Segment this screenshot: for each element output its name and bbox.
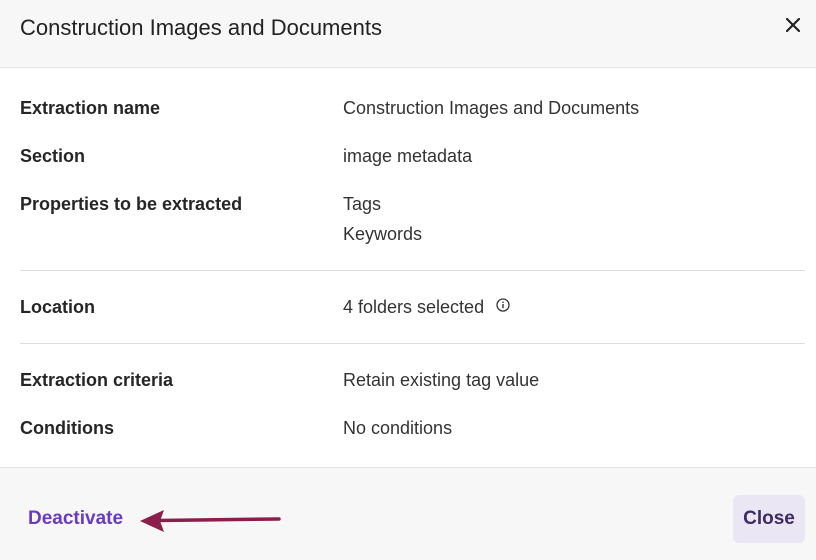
criteria-value: Retain existing tag value: [343, 370, 540, 390]
modal-footer: Deactivate Close: [0, 467, 816, 560]
modal-header: Construction Images and Documents: [0, 0, 816, 68]
section-label: Section: [20, 146, 86, 166]
extraction-name-label: Extraction name: [20, 98, 161, 118]
location-label: Location: [20, 297, 95, 317]
section-value: image metadata: [343, 146, 473, 166]
conditions-label: Conditions: [20, 418, 114, 438]
property-item: Keywords: [343, 224, 423, 244]
extraction-details-modal: Construction Images and Documents Extrac…: [0, 0, 816, 560]
modal-body: Extraction name Construction Images and …: [0, 68, 816, 467]
criteria-label: Extraction criteria: [20, 370, 174, 390]
extraction-name-value: Construction Images and Documents: [343, 98, 640, 118]
close-icon[interactable]: [780, 12, 806, 38]
close-button[interactable]: Close: [733, 495, 805, 543]
location-value: 4 folders selected: [343, 297, 485, 317]
divider: [20, 343, 805, 344]
deactivate-button[interactable]: Deactivate: [28, 506, 123, 532]
properties-values: Tags Keywords: [343, 189, 422, 249]
divider: [20, 270, 805, 271]
info-icon[interactable]: [496, 291, 510, 321]
location-value-wrap: 4 folders selected: [343, 292, 510, 323]
property-item: Tags: [343, 194, 382, 214]
properties-label: Properties to be extracted: [20, 194, 243, 214]
arrow-left-icon: [140, 510, 281, 532]
conditions-value: No conditions: [343, 418, 453, 438]
modal-title: Construction Images and Documents: [20, 15, 382, 40]
